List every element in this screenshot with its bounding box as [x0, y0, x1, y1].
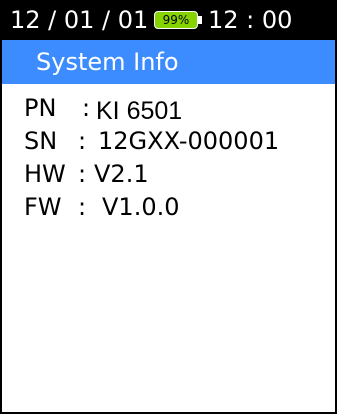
info-row-fw: FW: V1.0.0: [24, 191, 279, 224]
status-time: 12 : 00: [208, 6, 293, 34]
status-date: 12 / 01 / 01: [10, 6, 149, 34]
status-bar: 12 / 01 / 01 99% 12 : 00: [2, 0, 335, 40]
info-separator: :: [78, 127, 87, 155]
info-separator: :: [78, 193, 87, 221]
page-title: System Info: [36, 48, 179, 76]
info-label-pn: PN: [24, 94, 57, 122]
info-value-pn: KI 6501: [96, 97, 183, 125]
info-value-fw: V1.0.0: [102, 193, 180, 221]
battery-percent: 99%: [162, 13, 190, 27]
info-label-sn: SN: [24, 127, 58, 155]
info-value-hw: V2.1: [94, 160, 149, 188]
info-separator: :: [82, 94, 91, 122]
battery-icon: 99%: [154, 11, 198, 29]
system-info-list: PN: KI 6501 SN:12GXX-000001 HW: V2.1 FW: V1…: [24, 92, 279, 224]
battery-tip: [198, 16, 202, 24]
title-bar: System Info: [2, 40, 335, 84]
info-row-sn: SN:12GXX-000001: [24, 125, 279, 158]
info-row-pn: PN: KI 6501: [24, 92, 279, 125]
info-row-hw: HW: V2.1: [24, 158, 279, 191]
info-label-hw: HW: [24, 160, 66, 188]
device-screen: 12 / 01 / 01 99% 12 : 00 System Info PN:…: [0, 0, 337, 414]
info-value-sn: 12GXX-000001: [98, 127, 280, 155]
info-label-fw: FW: [24, 193, 62, 221]
info-separator: :: [78, 160, 87, 188]
